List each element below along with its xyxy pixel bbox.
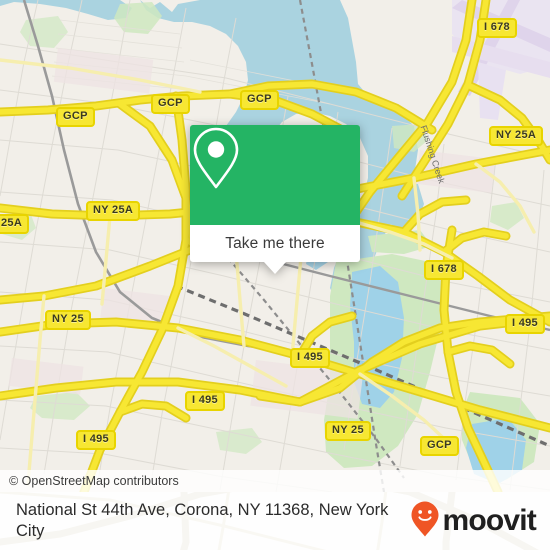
- moovit-pin-smiley-icon: [410, 500, 440, 543]
- take-me-there-button[interactable]: Take me there: [190, 225, 360, 274]
- road-shield-ny25a-1[interactable]: NY 25A: [489, 126, 544, 146]
- location-popup-card[interactable]: Take me there: [190, 125, 360, 274]
- road-shield-i495-2[interactable]: I 495: [290, 348, 330, 368]
- road-shield-ny25-2[interactable]: NY 25: [325, 421, 371, 441]
- road-shield-gcp-4[interactable]: GCP: [420, 436, 459, 456]
- footer-bar: National St 44th Ave, Corona, NY 11368, …: [0, 492, 550, 550]
- road-shield-gcp-1[interactable]: GCP: [56, 107, 95, 127]
- moovit-wordmark: moovit: [442, 504, 536, 537]
- road-shield-i495-4[interactable]: I 495: [76, 430, 116, 450]
- road-shield-gcp-2[interactable]: GCP: [151, 94, 190, 114]
- road-shield-i495-3[interactable]: I 495: [185, 391, 225, 411]
- address-text: National St 44th Ave, Corona, NY 11368, …: [16, 501, 389, 540]
- map-canvas[interactable]: Flushing Creek GCP GCP GCP I 678 NY 25A …: [0, 0, 550, 492]
- osm-attribution[interactable]: © OpenStreetMap contributors: [0, 470, 550, 492]
- moovit-logo[interactable]: moovit: [410, 500, 537, 543]
- road-shield-25a-cut[interactable]: 25A: [0, 214, 30, 234]
- take-me-there-label: Take me there: [225, 234, 325, 252]
- road-shield-ny25-1[interactable]: NY 25: [45, 310, 91, 330]
- popup-card-pointer: [264, 262, 286, 274]
- map-preview-screen: Flushing Creek GCP GCP GCP I 678 NY 25A …: [0, 0, 550, 550]
- road-shield-i678-2[interactable]: I 678: [424, 260, 464, 280]
- popup-card-header: [190, 125, 360, 225]
- road-shield-ny25a-2[interactable]: NY 25A: [86, 201, 141, 221]
- road-shield-i678-1[interactable]: I 678: [477, 18, 517, 38]
- road-shield-i495-1[interactable]: I 495: [505, 314, 545, 334]
- road-shield-gcp-3[interactable]: GCP: [240, 90, 279, 110]
